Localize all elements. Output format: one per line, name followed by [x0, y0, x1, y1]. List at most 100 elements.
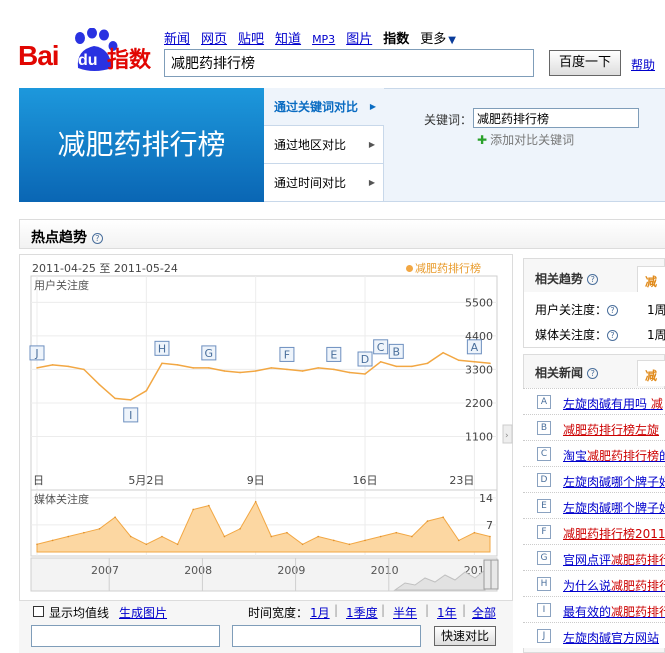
- show-avg-checkbox[interactable]: [33, 606, 44, 617]
- news-item[interactable]: H 为什么说减肥药排行: [523, 570, 665, 596]
- trend-row-value[interactable]: 1周: [647, 301, 665, 318]
- timeline-overview[interactable]: 2007 2008 2009 2010 2011: [30, 557, 499, 592]
- news-marker-a[interactable]: A: [466, 339, 482, 355]
- news-marker-d[interactable]: D: [357, 351, 373, 367]
- news-marker-f[interactable]: F: [279, 346, 295, 362]
- x-tick-label: 23日: [449, 474, 474, 487]
- data-point: [317, 535, 319, 538]
- news-marker-g[interactable]: G: [201, 345, 217, 361]
- news-link[interactable]: 淘宝减肥药排行榜的: [563, 447, 665, 464]
- news-item[interactable]: F 减肥药排行榜2011左: [523, 518, 665, 544]
- news-link[interactable]: 为什么说减肥药排行: [563, 577, 665, 594]
- data-point: [457, 359, 460, 362]
- news-badge: A: [537, 395, 551, 409]
- news-marker-label: D: [361, 353, 369, 366]
- news-marker-e[interactable]: E: [326, 346, 342, 362]
- help-icon[interactable]: ?: [587, 274, 599, 285]
- data-point: [395, 365, 398, 368]
- range-1-year[interactable]: 1年: [437, 604, 457, 621]
- user-attention-chart: 用户关注度 11002200330044005500 日 5月2日 9日 16日 23日…: [29, 275, 498, 491]
- data-point: [473, 361, 476, 363]
- data-point: [161, 362, 163, 365]
- year-label: 2008: [184, 564, 212, 577]
- news-item[interactable]: D 左旋肉碱哪个牌子好: [523, 466, 665, 492]
- data-point: [270, 367, 273, 369]
- overview-right-handle[interactable]: [490, 559, 499, 590]
- related-news-tab[interactable]: 减肥: [637, 360, 665, 386]
- news-link[interactable]: 官网点评减肥药排行: [563, 551, 665, 568]
- news-link[interactable]: 最有效的减肥药排行: [563, 603, 665, 620]
- related-trend-tab[interactable]: 减肥: [637, 266, 665, 292]
- data-point: [129, 399, 132, 401]
- data-point: [411, 535, 413, 538]
- news-item[interactable]: A 左旋肉碱有用吗 减: [523, 388, 665, 414]
- y-tick-label: 14: [479, 492, 493, 505]
- news-item[interactable]: J 左旋肉碱官方网站: [523, 622, 665, 648]
- quick-compare-button[interactable]: 快速对比: [434, 626, 496, 646]
- year-label: 2009: [277, 564, 305, 577]
- help-icon[interactable]: ?: [607, 305, 619, 316]
- y-tick-label: 1100: [465, 430, 493, 443]
- media-attention-chart: 媒体关注度 7 14: [30, 489, 498, 557]
- news-item[interactable]: C 淘宝减肥药排行榜的: [523, 440, 665, 466]
- news-badge: I: [537, 603, 551, 617]
- time-range-label: 时间宽度：: [248, 606, 309, 620]
- trend-row-label: 用户关注度：: [535, 303, 608, 317]
- data-point: [426, 362, 429, 365]
- data-point: [364, 373, 366, 375]
- news-badge: H: [537, 577, 551, 591]
- news-link[interactable]: 左旋肉碱官方网站: [563, 629, 659, 646]
- data-point: [67, 535, 70, 538]
- compare-input-1[interactable]: [31, 625, 220, 647]
- news-item[interactable]: E 左旋肉碱哪个牌子好: [523, 492, 665, 518]
- news-item[interactable]: G 官网点评减肥药排行: [523, 544, 665, 570]
- data-point: [411, 365, 413, 368]
- overview-left-handle[interactable]: [483, 559, 492, 590]
- news-badge: B: [537, 421, 551, 435]
- data-point: [364, 539, 366, 542]
- data-point: [98, 528, 101, 530]
- news-link[interactable]: 左旋肉碱哪个牌子好: [563, 473, 665, 490]
- range-divider: |: [334, 603, 339, 617]
- news-link[interactable]: 减肥药排行榜左旋: [563, 421, 659, 438]
- news-marker-label: C: [377, 341, 385, 354]
- range-half-year[interactable]: 半年: [393, 604, 417, 621]
- data-point: [51, 539, 54, 542]
- range-1-month[interactable]: 1月: [310, 604, 330, 621]
- help-icon[interactable]: ?: [587, 368, 599, 379]
- data-point: [332, 368, 335, 371]
- data-point: [114, 397, 116, 400]
- news-link[interactable]: 左旋肉碱有用吗 减: [563, 395, 663, 412]
- data-point: [442, 351, 444, 354]
- news-marker-b[interactable]: B: [388, 343, 404, 359]
- news-marker-c[interactable]: C: [373, 339, 389, 355]
- news-marker-label: E: [330, 348, 337, 361]
- data-point: [36, 543, 38, 546]
- range-1-quarter[interactable]: 1季度: [346, 604, 378, 621]
- generate-image-link[interactable]: 生成图片: [119, 604, 167, 621]
- news-item[interactable]: B 减肥药排行榜左旋: [523, 414, 665, 440]
- data-point: [348, 371, 351, 374]
- news-badge: G: [537, 551, 551, 565]
- data-point: [286, 531, 288, 534]
- news-link[interactable]: 左旋肉碱哪个牌子好: [563, 499, 665, 516]
- news-marker-i[interactable]: I: [123, 407, 139, 423]
- user-chart-label: 用户关注度: [34, 278, 89, 292]
- data-point: [208, 504, 210, 507]
- trend-row-value[interactable]: 1周: [647, 326, 665, 343]
- help-icon[interactable]: ?: [607, 330, 619, 341]
- data-point: [457, 539, 460, 542]
- news-marker-label: G: [205, 347, 214, 360]
- news-marker-h[interactable]: H: [154, 340, 170, 356]
- news-link[interactable]: 减肥药排行榜2011左: [563, 525, 665, 542]
- compare-input-2[interactable]: [232, 625, 421, 647]
- data-point: [67, 365, 70, 368]
- related-news-title-text: 相关新闻: [535, 366, 584, 380]
- news-marker-j[interactable]: J: [29, 345, 45, 361]
- news-item[interactable]: I 最有效的减肥药排行: [523, 596, 665, 622]
- range-all[interactable]: 全部: [472, 604, 496, 621]
- y-tick-label: 2200: [465, 397, 493, 410]
- data-point: [254, 500, 257, 503]
- data-point: [176, 364, 179, 366]
- data-point: [83, 368, 85, 371]
